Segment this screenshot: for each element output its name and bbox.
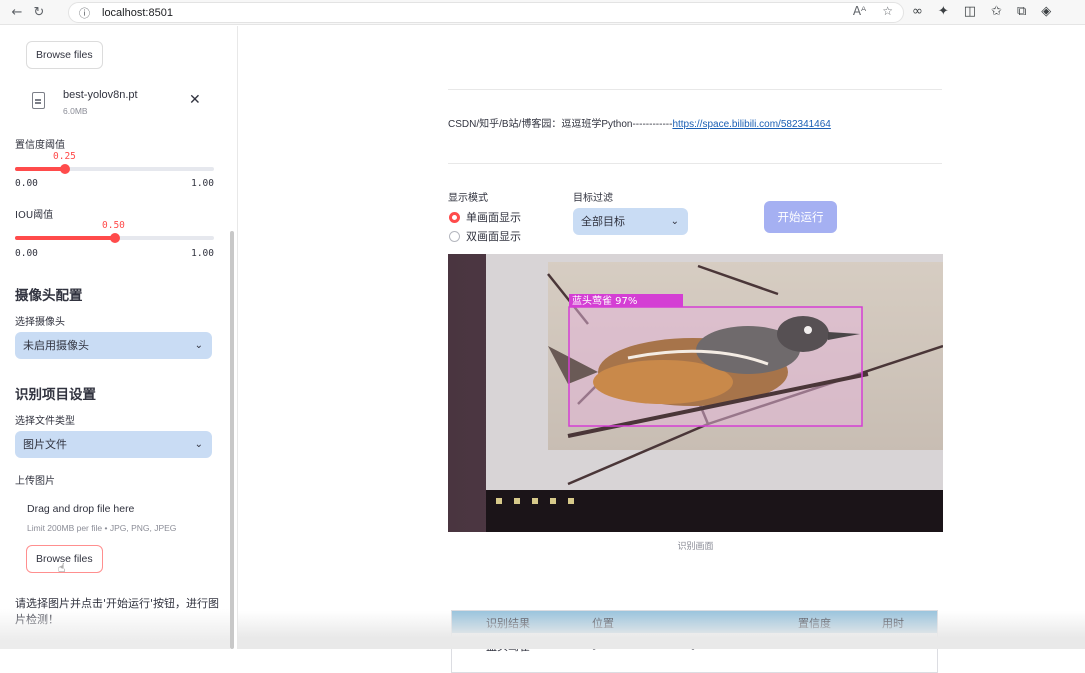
table-header-confidence[interactable]: 置信度 — [798, 615, 831, 631]
confidence-min: 0.00 — [15, 178, 38, 189]
radio-single[interactable]: 单画面显示 — [449, 209, 521, 225]
target-filter-selected: 全部目标 — [581, 215, 625, 228]
radio-dual-indicator[interactable] — [449, 230, 460, 242]
camera-select-label: 选择摄像头 — [15, 317, 65, 328]
image-caption: 识别画面 — [677, 542, 714, 552]
confidence-label: 置信度阈值 — [15, 140, 65, 151]
display-mode-label: 显示模式 — [448, 193, 488, 204]
camera-selected: 未启用摄像头 — [23, 339, 89, 352]
detection-label: 蓝头莺雀 97% — [572, 295, 637, 307]
table-cell-result[interactable]: 蓝头莺雀 — [486, 638, 530, 654]
chevron-down-icon: ⌄ — [194, 340, 203, 351]
radio-dual[interactable]: 双画面显示 — [449, 228, 521, 244]
target-filter-select[interactable]: 全部目标 ⌄ — [573, 208, 688, 235]
recognition-section-title: 识别项目设置 — [15, 387, 96, 403]
iou-thumb[interactable] — [109, 233, 120, 243]
extensions-icon[interactable]: ∞ — [912, 4, 923, 19]
url-text: localhost:8501 — [102, 6, 173, 19]
close-icon[interactable]: ✕ — [189, 92, 201, 108]
iou-range: 0.00 1.00 — [15, 248, 214, 259]
sidebar-scrollbar[interactable] — [230, 231, 234, 649]
results-table: 识别结果 位置 置信度 用时 0 蓝头莺雀 [157,120,536,395] … — [451, 610, 938, 673]
camera-section-title: 摄像头配置 — [15, 288, 83, 304]
refresh-icon[interactable]: ↻ — [28, 5, 50, 20]
confidence-range: 0.00 1.00 — [15, 178, 214, 189]
radio-dual-label: 双画面显示 — [466, 230, 521, 243]
info-message: 请选择图片并点击'开始运行'按钮，进行图片检测！ — [15, 597, 220, 626]
iou-value: 0.50 — [102, 220, 125, 231]
uploaded-file: best-yolov8n.pt 6.0MB ✕ — [28, 88, 213, 120]
table-header-time[interactable]: 用时 — [882, 615, 904, 631]
chevron-down-icon: ⌄ — [670, 216, 679, 227]
radio-single-label: 单画面显示 — [466, 211, 521, 224]
model-browse-button[interactable]: Browse files — [26, 41, 103, 69]
chevron-down-icon: ⌄ — [194, 439, 203, 450]
file-type-selected: 图片文件 — [23, 438, 67, 451]
target-filter-label: 目标过滤 — [573, 193, 613, 204]
detection-image: 蓝头莺雀 97% — [448, 254, 943, 532]
dropzone-title[interactable]: Drag and drop file here — [27, 503, 134, 515]
confidence-thumb[interactable] — [59, 164, 70, 174]
split-screen-icon[interactable]: ◫ — [964, 4, 976, 19]
camera-select[interactable]: 未启用摄像头 ⌄ — [15, 332, 212, 359]
iou-min: 0.00 — [15, 248, 38, 259]
confidence-max: 1.00 — [191, 178, 214, 189]
iou-slider[interactable] — [15, 233, 214, 243]
file-icon — [32, 92, 45, 109]
table-cell-confidence[interactable]: 0.97 — [798, 638, 823, 651]
file-type-label: 选择文件类型 — [15, 416, 75, 427]
file-name: best-yolov8n.pt — [63, 89, 138, 101]
table-header-result[interactable]: 识别结果 — [486, 615, 530, 631]
run-button[interactable]: 开始运行 — [764, 201, 837, 233]
address-bar[interactable]: ⓘ localhost:8501 Aᴬ ☆ — [68, 2, 904, 23]
credit-link[interactable]: https://space.bilibili.com/582341464 — [672, 119, 830, 130]
favorites-bar-icon[interactable]: ✩ — [991, 4, 1002, 19]
radio-single-indicator[interactable] — [449, 211, 460, 223]
dropzone-limit: Limit 200MB per file • JPG, PNG, JPEG — [27, 523, 177, 533]
hand-cursor-icon: ☝ — [58, 561, 66, 575]
file-type-select[interactable]: 图片文件 ⌄ — [15, 431, 212, 458]
file-size: 6.0MB — [63, 106, 88, 116]
info-icon[interactable]: ⓘ — [79, 5, 90, 21]
puzzle-icon[interactable]: ✦ — [938, 4, 949, 19]
collections-icon[interactable]: ⧉ — [1017, 4, 1026, 19]
mid-divider — [448, 163, 942, 164]
read-aloud-icon[interactable]: Aᴬ — [853, 4, 866, 18]
credit-text: CSDN/知乎/B站/博客园：逗逗班学Python------------ — [448, 119, 673, 130]
confidence-fill — [15, 167, 65, 171]
table-row-index: 0 — [457, 638, 464, 651]
favorite-icon[interactable]: ☆ — [882, 4, 893, 18]
top-divider — [448, 89, 942, 90]
copilot-icon[interactable]: ◈ — [1041, 4, 1051, 19]
browser-toolbar: ← ↻ ⓘ localhost:8501 Aᴬ ☆ ∞ ✦ ◫ ✩ ⧉ ◈ — [0, 0, 1085, 25]
image-upload-label: 上传图片 — [15, 476, 55, 487]
detection-scene: 蓝头莺雀 97% — [448, 254, 943, 532]
table-cell-position[interactable]: [157,120,536,395] — [592, 638, 695, 651]
iou-max: 1.00 — [191, 248, 214, 259]
confidence-slider[interactable] — [15, 164, 214, 174]
confidence-value: 0.25 — [53, 151, 76, 162]
table-cell-time[interactable]: 0.03 — [882, 638, 907, 651]
credit-line: CSDN/知乎/B站/博客园：逗逗班学Python------------htt… — [448, 115, 831, 130]
sidebar: Browse files best-yolov8n.pt 6.0MB ✕ 置信度… — [0, 26, 238, 649]
iou-fill — [15, 236, 115, 240]
table-header-position[interactable]: 位置 — [592, 615, 614, 631]
iou-label: IOU阈值 — [15, 210, 54, 221]
back-icon[interactable]: ← — [6, 5, 28, 20]
